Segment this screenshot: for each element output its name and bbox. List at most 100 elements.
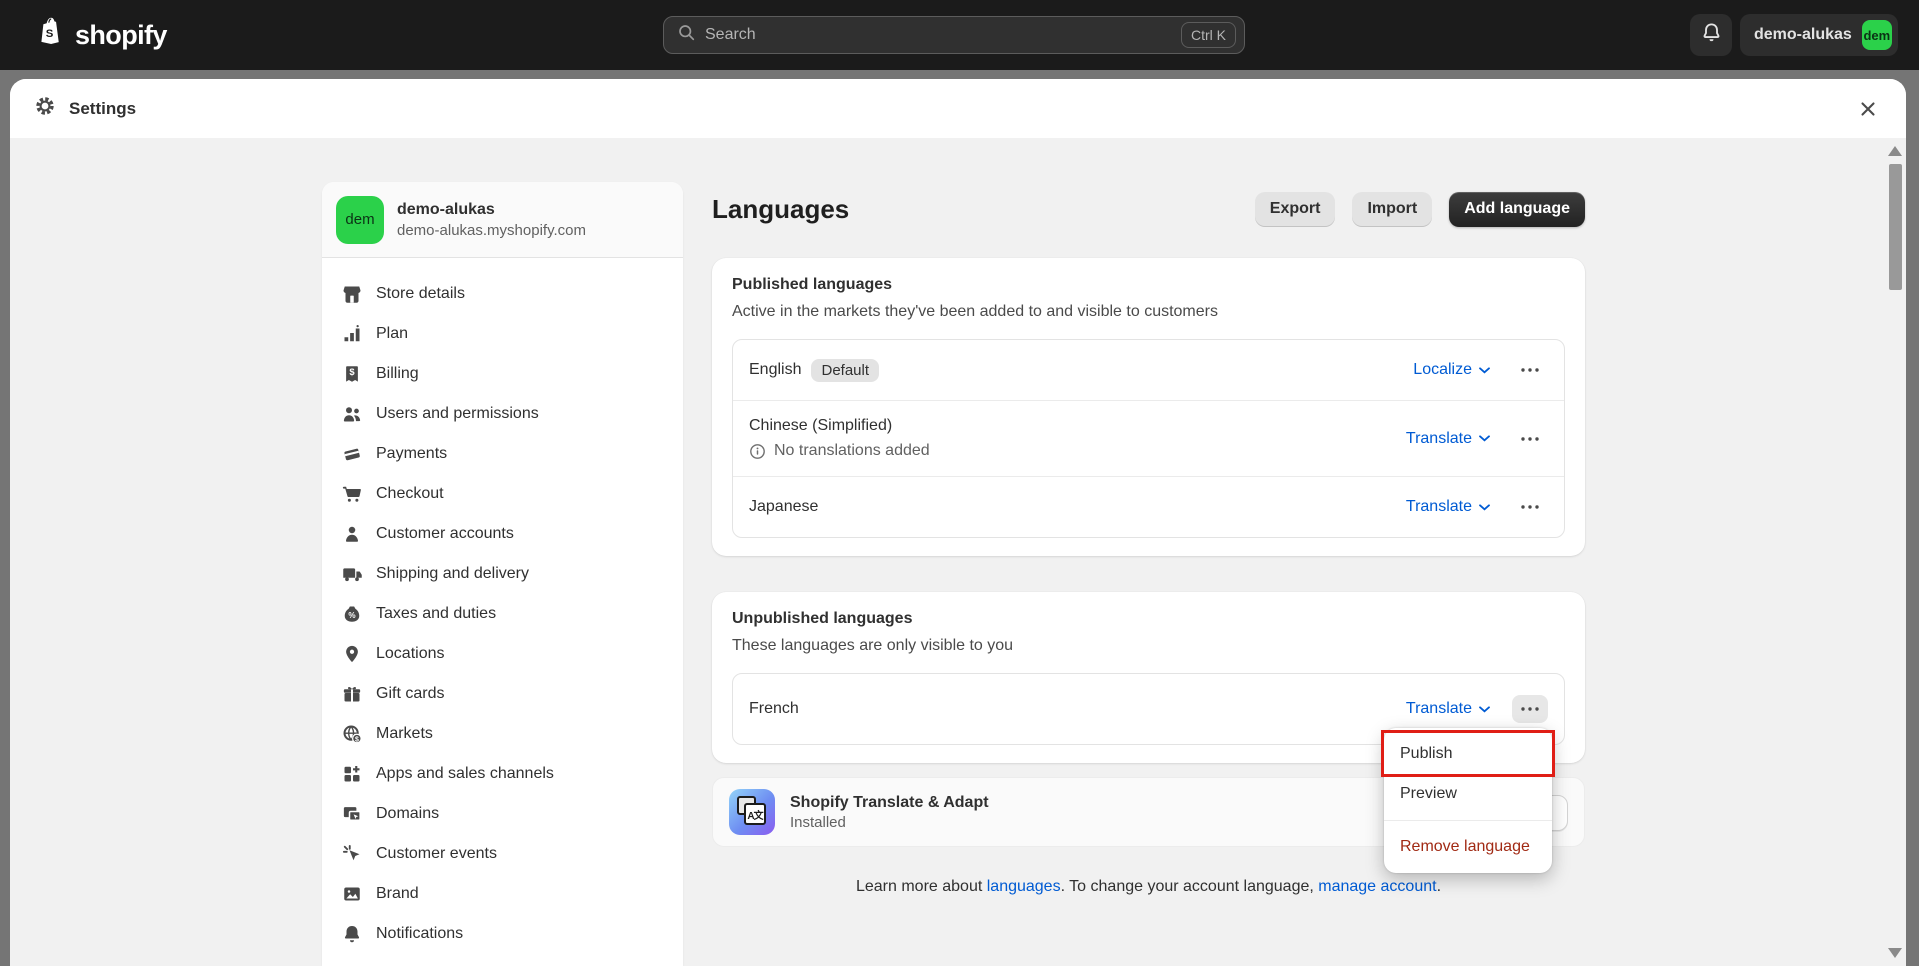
page-title: Languages [712, 194, 849, 225]
store-account-card[interactable]: dem demo-alukas demo-alukas.myshopify.co… [322, 182, 683, 258]
import-button[interactable]: Import [1352, 192, 1432, 227]
gift-cards-icon [342, 684, 362, 704]
menu-divider [1384, 820, 1552, 821]
menu-item-publish[interactable]: Publish [1384, 734, 1552, 774]
svg-text:%: % [348, 611, 355, 620]
chevron-down-icon [1479, 504, 1490, 511]
info-icon [749, 443, 766, 460]
shopify-wordmark: shopify [75, 20, 167, 51]
language-row-japanese: Japanese Translate [733, 476, 1564, 537]
language-name: Japanese [749, 498, 818, 516]
default-badge: Default [811, 359, 879, 382]
bell-icon [1701, 22, 1722, 48]
ellipsis-icon [1521, 707, 1539, 711]
language-name: English [749, 361, 801, 379]
sidebar-item-billing[interactable]: $ Billing [322, 354, 683, 394]
row-menu-button[interactable] [1512, 493, 1548, 521]
translate-app-icon: A文 [729, 789, 775, 835]
account-name: demo-alukas [1754, 26, 1852, 44]
search-shortcut: Ctrl K [1181, 22, 1236, 48]
app-status: Installed [790, 814, 989, 831]
settings-modal: Settings dem demo-alukas demo-alukas.mys… [10, 79, 1906, 966]
sidebar-item-shipping[interactable]: Shipping and delivery [322, 554, 683, 594]
sidebar-item-checkout[interactable]: Checkout [322, 474, 683, 514]
translate-dropdown[interactable]: Translate [1406, 498, 1490, 516]
account-menu[interactable]: demo-alukas dem [1740, 14, 1898, 56]
sidebar-item-plan[interactable]: Plan [322, 314, 683, 354]
sidebar-item-payments[interactable]: Payments [322, 434, 683, 474]
sidebar-item-customer-events[interactable]: Customer events [322, 834, 683, 874]
chevron-down-icon [1479, 706, 1490, 713]
scrollbar-down-arrow[interactable] [1888, 948, 1902, 958]
unpublished-title: Unpublished languages [732, 610, 1565, 628]
unpublished-subtitle: These languages are only visible to you [732, 637, 1565, 655]
account-avatar: dem [1862, 20, 1892, 50]
settings-title: Settings [69, 99, 136, 119]
settings-modal-header: Settings [10, 79, 1906, 138]
export-button[interactable]: Export [1255, 192, 1336, 227]
menu-item-remove-language[interactable]: Remove language [1384, 827, 1552, 867]
translation-note: No translations added [774, 442, 930, 460]
shopify-bag-icon: S [36, 16, 66, 54]
store-icon [342, 284, 362, 304]
locations-icon [342, 644, 362, 664]
published-language-list: English Default Localize [732, 339, 1565, 538]
search-placeholder: Search [705, 26, 1171, 44]
scrollbar-thumb[interactable] [1889, 164, 1902, 290]
language-row-chinese: Chinese (Simplified) No translations add… [733, 400, 1564, 476]
gear-icon [34, 95, 56, 122]
sidebar-item-customer-accounts[interactable]: Customer accounts [322, 514, 683, 554]
topbar: S shopify Search Ctrl K demo-alukas dem [0, 0, 1919, 70]
sidebar-item-locations[interactable]: Locations [322, 634, 683, 674]
language-options-menu: Publish Preview Remove language [1384, 728, 1552, 873]
published-title: Published languages [732, 276, 1565, 294]
translate-dropdown[interactable]: Translate [1406, 430, 1490, 448]
translate-dropdown[interactable]: Translate [1406, 700, 1490, 718]
published-languages-card: Published languages Active in the market… [712, 258, 1585, 556]
sidebar-item-brand[interactable]: Brand [322, 874, 683, 914]
search-input[interactable]: Search Ctrl K [663, 16, 1245, 54]
add-language-button[interactable]: Add language [1449, 192, 1585, 227]
store-name: demo-alukas [397, 201, 586, 219]
row-menu-button[interactable] [1512, 356, 1548, 384]
languages-link[interactable]: languages [987, 878, 1061, 895]
brand-icon [342, 884, 362, 904]
manage-account-link[interactable]: manage account [1318, 878, 1436, 895]
sidebar-item-domains[interactable]: Domains [322, 794, 683, 834]
footer-help-text: Learn more about languages. To change yo… [712, 878, 1585, 896]
notifications-button[interactable] [1690, 14, 1732, 56]
language-name: French [749, 700, 799, 718]
sidebar-item-store-details[interactable]: Store details [322, 274, 683, 314]
language-row-english: English Default Localize [733, 340, 1564, 400]
chevron-down-icon [1479, 435, 1490, 442]
published-subtitle: Active in the markets they've been added… [732, 303, 1565, 321]
svg-text:S: S [46, 28, 54, 40]
menu-item-preview[interactable]: Preview [1384, 774, 1552, 814]
store-domain: demo-alukas.myshopify.com [397, 222, 586, 239]
close-icon [1860, 101, 1876, 117]
sidebar-item-taxes[interactable]: % Taxes and duties [322, 594, 683, 634]
sidebar-item-users-permissions[interactable]: Users and permissions [322, 394, 683, 434]
scrollbar-up-arrow[interactable] [1888, 146, 1902, 156]
row-menu-button-open[interactable] [1512, 695, 1548, 723]
close-button[interactable] [1854, 95, 1882, 123]
domains-icon [342, 804, 362, 824]
chevron-down-icon [1479, 367, 1490, 374]
shipping-icon [342, 564, 362, 584]
row-menu-button[interactable] [1512, 425, 1548, 453]
sidebar-item-apps[interactable]: Apps and sales channels [322, 754, 683, 794]
sidebar-item-gift-cards[interactable]: Gift cards [322, 674, 683, 714]
sidebar-item-markets[interactable]: $ Markets [322, 714, 683, 754]
svg-text:$: $ [355, 736, 359, 743]
users-icon [342, 404, 362, 424]
search-icon [678, 24, 695, 46]
taxes-icon: % [342, 604, 362, 624]
settings-sidebar: dem demo-alukas demo-alukas.myshopify.co… [322, 182, 683, 966]
settings-nav: Store details Plan $ Billing Users and p… [322, 258, 683, 954]
store-avatar: dem [336, 196, 384, 244]
ellipsis-icon [1521, 505, 1539, 509]
localize-dropdown[interactable]: Localize [1413, 361, 1490, 379]
ellipsis-icon [1521, 368, 1539, 372]
sidebar-item-notifications[interactable]: Notifications [322, 914, 683, 954]
shopify-logo[interactable]: S shopify [36, 0, 167, 70]
